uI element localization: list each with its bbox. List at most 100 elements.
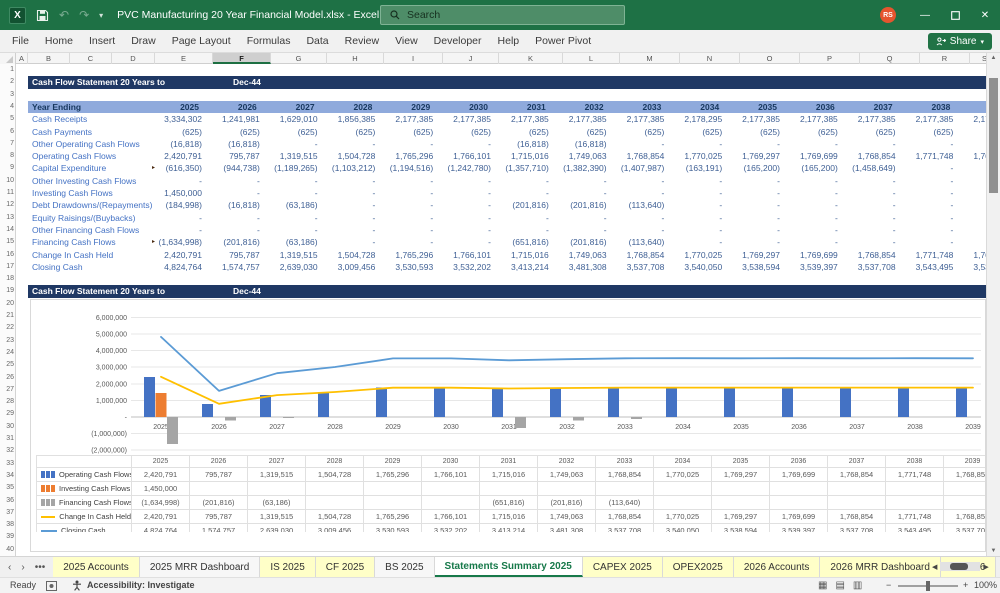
save-icon[interactable] (36, 9, 49, 22)
statement-cell[interactable]: - (322, 138, 380, 150)
vertical-scrollbar[interactable]: ▲ ▼ (986, 53, 1000, 556)
statement-cell[interactable]: 2,177,385 (611, 113, 669, 125)
statement-cell[interactable]: - (611, 224, 669, 236)
zoom-out-icon[interactable]: − (886, 578, 891, 593)
statement-cell[interactable]: - (611, 175, 669, 187)
statement-cell[interactable]: - (495, 212, 553, 224)
sheet-tab-capex-2025[interactable]: CAPEX 2025 (582, 557, 663, 577)
statement-cell[interactable]: 1,769,699 (784, 249, 842, 261)
statement-cell[interactable]: 2,639,030 (264, 261, 322, 273)
column-header-A[interactable]: A (16, 53, 28, 64)
statement-cell[interactable]: (113,640) (611, 199, 669, 211)
sheet-tab-2025-mrr-dashboard[interactable]: 2025 MRR Dashboard (139, 557, 261, 577)
column-header-R[interactable]: R (920, 53, 970, 64)
row-header-29[interactable]: 29 (0, 408, 14, 420)
statement-cell[interactable]: 1,770,025 (668, 249, 726, 261)
row-header-4[interactable]: 4 (0, 101, 14, 113)
statement-cell[interactable]: (1,103,212) (322, 162, 380, 174)
column-header-C[interactable]: C (70, 53, 112, 64)
row-header-5[interactable]: 5 (0, 113, 14, 125)
statement-cell[interactable]: (625) (726, 126, 784, 138)
statement-cell[interactable]: 2,177,385 (437, 113, 495, 125)
row-header-7[interactable]: 7 (0, 138, 14, 150)
statement-cell[interactable]: - (784, 212, 842, 224)
statement-cell[interactable]: - (437, 199, 495, 211)
statement-cell[interactable]: - (784, 236, 842, 248)
ribbon-tab-view[interactable]: View (387, 30, 426, 52)
statement-cell[interactable]: - (553, 224, 611, 236)
statement-cell[interactable]: - (379, 236, 437, 248)
statement-cell[interactable]: (616,350) (148, 162, 206, 174)
column-header-B[interactable]: B (28, 53, 70, 64)
statement-cell[interactable]: (201,816) (495, 199, 553, 211)
row-header-22[interactable]: 22 (0, 322, 14, 334)
column-header-E[interactable]: E (155, 53, 213, 64)
statement-cell[interactable]: - (379, 138, 437, 150)
macro-record-icon[interactable] (46, 581, 57, 591)
statement-cell[interactable]: 1,766,101 (437, 249, 495, 261)
column-header-M[interactable]: M (620, 53, 680, 64)
statement-cell[interactable]: - (726, 224, 784, 236)
minimize-button[interactable]: — (910, 0, 940, 30)
row-header-28[interactable]: 28 (0, 396, 14, 408)
statement-cell[interactable]: 3,538,594 (726, 261, 784, 273)
statement-cell[interactable]: - (900, 187, 958, 199)
maximize-button[interactable] (940, 0, 970, 30)
statement-cell[interactable]: - (322, 224, 380, 236)
statement-cell[interactable]: (1,382,390) (553, 162, 611, 174)
column-header-P[interactable]: P (800, 53, 860, 64)
column-header-K[interactable]: K (499, 53, 563, 64)
zoom-slider[interactable] (898, 581, 958, 591)
statement-cell[interactable]: (201,816) (553, 199, 611, 211)
statement-cell[interactable]: - (495, 175, 553, 187)
row-header-39[interactable]: 39 (0, 531, 14, 543)
column-header-Q[interactable]: Q (860, 53, 920, 64)
row-header-25[interactable]: 25 (0, 359, 14, 371)
statement-cell[interactable]: 2,177,385 (784, 113, 842, 125)
statement-cell[interactable]: (1,407,987) (611, 162, 669, 174)
statement-cell[interactable]: - (437, 138, 495, 150)
vertical-scrollbar-thumb[interactable] (989, 78, 998, 193)
statement-cell[interactable]: - (842, 224, 900, 236)
column-header-J[interactable]: J (443, 53, 499, 64)
sheet-tab-statements-summary-2025[interactable]: Statements Summary 2025 (434, 557, 583, 577)
statement-cell[interactable]: 1,768,854 (842, 150, 900, 162)
statement-cell[interactable]: 1,766,101 (437, 150, 495, 162)
statement-cell[interactable]: (625) (553, 126, 611, 138)
statement-cell[interactable]: 3,539,397 (784, 261, 842, 273)
statement-cell[interactable]: - (784, 199, 842, 211)
statement-cell[interactable]: (16,818) (206, 199, 264, 211)
statement-cell[interactable]: (625) (900, 126, 958, 138)
statement-cell[interactable]: - (900, 236, 958, 248)
statement-cell[interactable]: - (900, 175, 958, 187)
statement-cell[interactable]: 1,768,854 (611, 249, 669, 261)
statement-cell[interactable]: 2,177,385 (495, 113, 553, 125)
statement-cell[interactable]: 1,765,296 (379, 249, 437, 261)
row-header-14[interactable]: 14 (0, 224, 14, 236)
ribbon-tab-home[interactable]: Home (37, 30, 81, 52)
row-header-38[interactable]: 38 (0, 519, 14, 531)
statement-cell[interactable]: - (842, 199, 900, 211)
statement-cell[interactable]: - (437, 236, 495, 248)
statement-cell[interactable]: (1,458,649) (842, 162, 900, 174)
column-header-F[interactable]: F (213, 53, 271, 64)
select-all-corner[interactable] (0, 53, 16, 64)
statement-cell[interactable]: 4,824,764 (148, 261, 206, 273)
column-header-O[interactable]: O (740, 53, 800, 64)
statement-cell[interactable]: - (148, 212, 206, 224)
statement-cell[interactable]: - (264, 212, 322, 224)
statement-cell[interactable]: 1,749,063 (553, 150, 611, 162)
statement-cell[interactable]: 2,178,295 (668, 113, 726, 125)
row-header-16[interactable]: 16 (0, 249, 14, 261)
undo-icon[interactable]: ↶ (59, 8, 69, 22)
scroll-up-icon[interactable]: ▲ (987, 55, 1000, 61)
scroll-left-icon[interactable]: ◀ (932, 563, 937, 571)
statement-cell[interactable]: - (784, 175, 842, 187)
statement-cell[interactable]: - (668, 236, 726, 248)
statement-cell[interactable]: - (379, 224, 437, 236)
statement-cell[interactable]: (625) (495, 126, 553, 138)
row-header-31[interactable]: 31 (0, 433, 14, 445)
ribbon-tab-draw[interactable]: Draw (123, 30, 164, 52)
statement-cell[interactable]: 3,537,708 (611, 261, 669, 273)
statement-cell[interactable]: - (668, 187, 726, 199)
